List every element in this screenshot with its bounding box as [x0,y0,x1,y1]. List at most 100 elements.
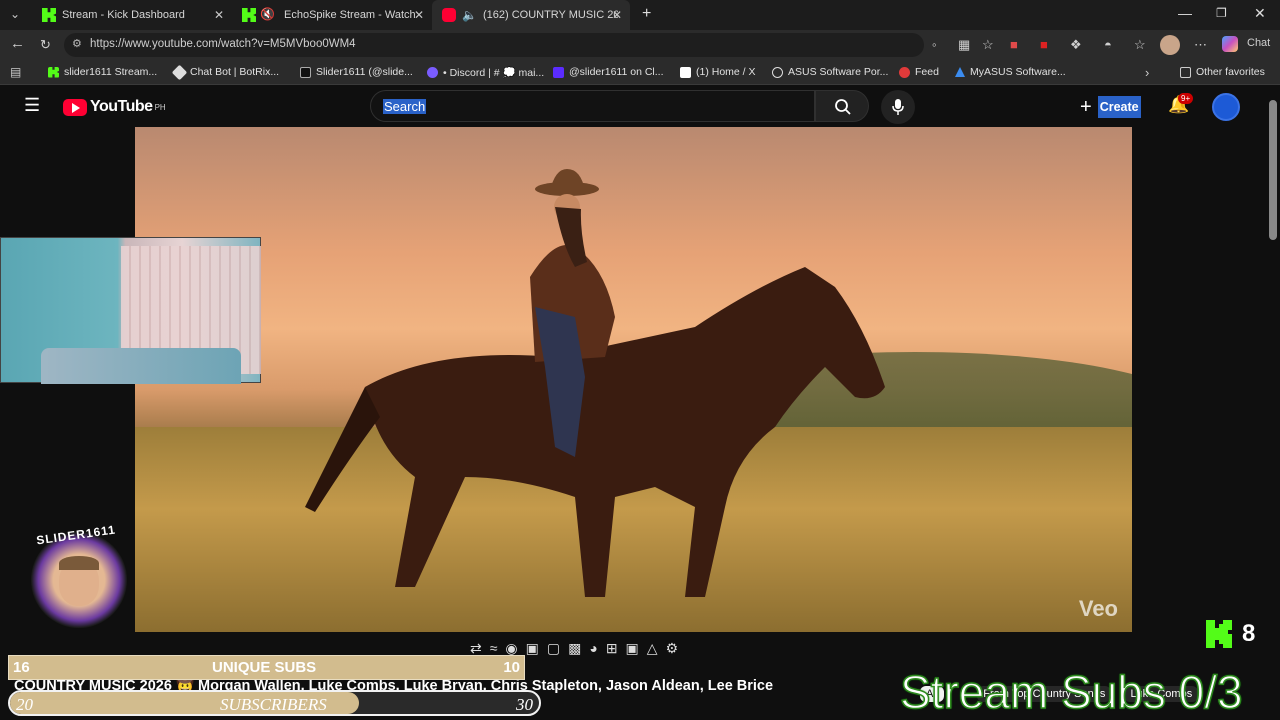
browser-tab-strip: ⌄ Stream - Kick Dashboard ✕ 🔇 EchoSpike … [0,0,1280,30]
folder-icon [1180,66,1191,78]
kick-logo-icon [1206,620,1232,648]
hamburger-menu-icon[interactable]: ☰ [24,95,40,116]
kick-viewer-count: 8 [1242,620,1256,647]
bookmark-item[interactable]: Chat Bot | BotRix... [171,64,279,80]
profile-avatar-icon[interactable] [1160,35,1180,55]
site-info-icon[interactable]: ⚙ [72,37,82,50]
minimize-icon[interactable]: — [1178,5,1192,21]
account-avatar[interactable] [1212,93,1240,121]
notification-count-badge: 9+ [1178,93,1194,104]
restore-icon[interactable]: ❐ [1216,6,1227,20]
plus-icon: + [1080,95,1092,118]
scrollbar-thumb[interactable] [1269,100,1277,240]
bookmark-item[interactable]: MyASUS Software... [955,66,1066,78]
bookmark-item[interactable]: Feed [899,66,939,78]
unique-subs-right: 10 [503,659,520,676]
unique-subs-bar: 16 UNIQUE SUBS 10 [8,655,525,680]
tab-country-music[interactable]: 🔈 (162) COUNTRY MUSIC 2026 ✕ [432,0,630,30]
tab-title: (162) COUNTRY MUSIC 2026 [482,9,618,21]
tab-actions-chevron-icon[interactable]: ⌄ [10,7,20,21]
speed-icon[interactable]: ◕ [589,640,597,662]
collections-icon[interactable]: ◓ [1104,37,1112,52]
bookmark-item[interactable]: • Discord | # 💭 mai... [427,66,544,79]
x-icon [680,66,691,78]
browser-toolbar: ← ↻ ⚙ https://www.youtube.com/watch?v=M5… [0,30,1280,60]
tab-title: EchoSpike Stream - Watch Liv [284,9,419,21]
voice-search-button[interactable] [881,90,915,124]
bookmark-item[interactable]: @slider1611 on Cl... [553,66,664,78]
search-input[interactable]: Search [370,90,815,122]
camera-icon[interactable]: ▣ [626,640,639,662]
other-favorites[interactable]: Other favorites [1180,66,1265,78]
globe-icon [772,66,783,78]
kick-icon [42,8,56,22]
chat-label[interactable]: Chat [1247,37,1270,49]
subscribers-label: SUBSCRIBERS [220,695,327,714]
reload-icon[interactable]: ↻ [40,37,51,53]
youtube-play-icon [63,98,87,116]
extension-red-icon[interactable]: ■ [1010,37,1018,52]
avatar-hair [59,556,99,570]
youtube-wordmark: YouTube [90,98,153,115]
reading-list-icon[interactable]: ▤ [10,65,21,79]
bookmark-item[interactable]: (1) Home / X [680,66,756,78]
search-icon [835,99,851,115]
window-close-icon[interactable]: ✕ [1254,5,1266,22]
tab-kick-dashboard[interactable]: Stream - Kick Dashboard ✕ [32,0,232,30]
kick-icon [48,66,59,78]
microphone-icon [892,99,904,115]
flask-icon[interactable]: △ [647,640,658,662]
unique-subs-label: UNIQUE SUBS [212,659,317,676]
veo-watermark: Veo [1078,596,1118,621]
extensions-puzzle-icon[interactable]: ❖ [1070,37,1082,53]
add-clip-icon[interactable]: ⊞ [606,640,618,662]
discord-icon [427,67,438,78]
page-scrollbar[interactable] [1266,86,1280,720]
subscribers-right: 30 [516,695,533,714]
more-menu-icon[interactable]: ⋯ [1194,37,1207,53]
extension-icon[interactable]: ◦ [932,37,937,52]
extension-pdf-icon[interactable]: ■ [1040,37,1048,52]
webcam-overlay [0,237,261,384]
subscribers-left: 20 [16,695,33,714]
close-icon[interactable]: ✕ [214,8,224,22]
url-text: https://www.youtube.com/watch?v=M5MVboo0… [90,38,356,50]
settings-gear-icon[interactable]: ⚙ [666,640,679,662]
close-icon[interactable]: ✕ [612,8,622,22]
video-player[interactable]: Veo [135,127,1132,632]
copilot-icon[interactable] [1222,36,1238,52]
search-button[interactable] [815,90,869,122]
myasus-icon [955,67,965,77]
fit-screen-icon[interactable]: ▢ [547,640,560,662]
favorite-star-icon[interactable]: ☆ [982,37,994,53]
stream-subs-goal: Stream Subs 0/3 [899,665,1243,719]
address-bar[interactable]: ⚙ https://www.youtube.com/watch?v=M5MVbo… [64,33,924,57]
new-tab-plus-icon[interactable]: + [642,5,651,23]
chevron-right-icon[interactable]: › [1145,65,1149,80]
youtube-icon [442,8,456,22]
clapper-icon[interactable]: ▣ [526,640,539,662]
back-arrow-icon[interactable]: ← [10,35,25,52]
tab-echospike-stream[interactable]: 🔇 EchoSpike Stream - Watch Liv ✕ [232,0,432,30]
bed-image [41,348,241,384]
horse-rider-image [305,169,885,597]
bookmark-item[interactable]: Slider1611 (@slide... [300,66,413,78]
subscribers-progress-bar: 20 SUBSCRIBERS 30 [8,690,541,716]
bookmark-item[interactable]: ASUS Software Por... [772,66,888,78]
apps-icon[interactable]: ▦ [958,37,970,53]
close-icon[interactable]: ✕ [414,8,424,22]
search-placeholder: Search [383,99,427,114]
create-label: Create [1097,96,1141,118]
favorites-icon[interactable]: ☆ [1134,37,1146,53]
film-strip-icon[interactable]: ▩ [568,640,581,662]
create-button[interactable]: + Create [1080,94,1141,120]
speaker-icon[interactable]: 🔈 [462,8,477,22]
youtube-logo[interactable]: YouTube PH [63,98,166,116]
youtube-header: ☰ YouTube PH Search + Create 🔔 9+ [0,86,1266,126]
muted-speaker-icon[interactable]: 🔇 [260,7,275,21]
botrix-icon [171,64,188,80]
bookmark-item[interactable]: slider1611 Stream... [48,66,157,78]
region-code: PH [154,102,166,112]
channel-logo [31,532,127,628]
tiktok-icon [300,66,311,78]
